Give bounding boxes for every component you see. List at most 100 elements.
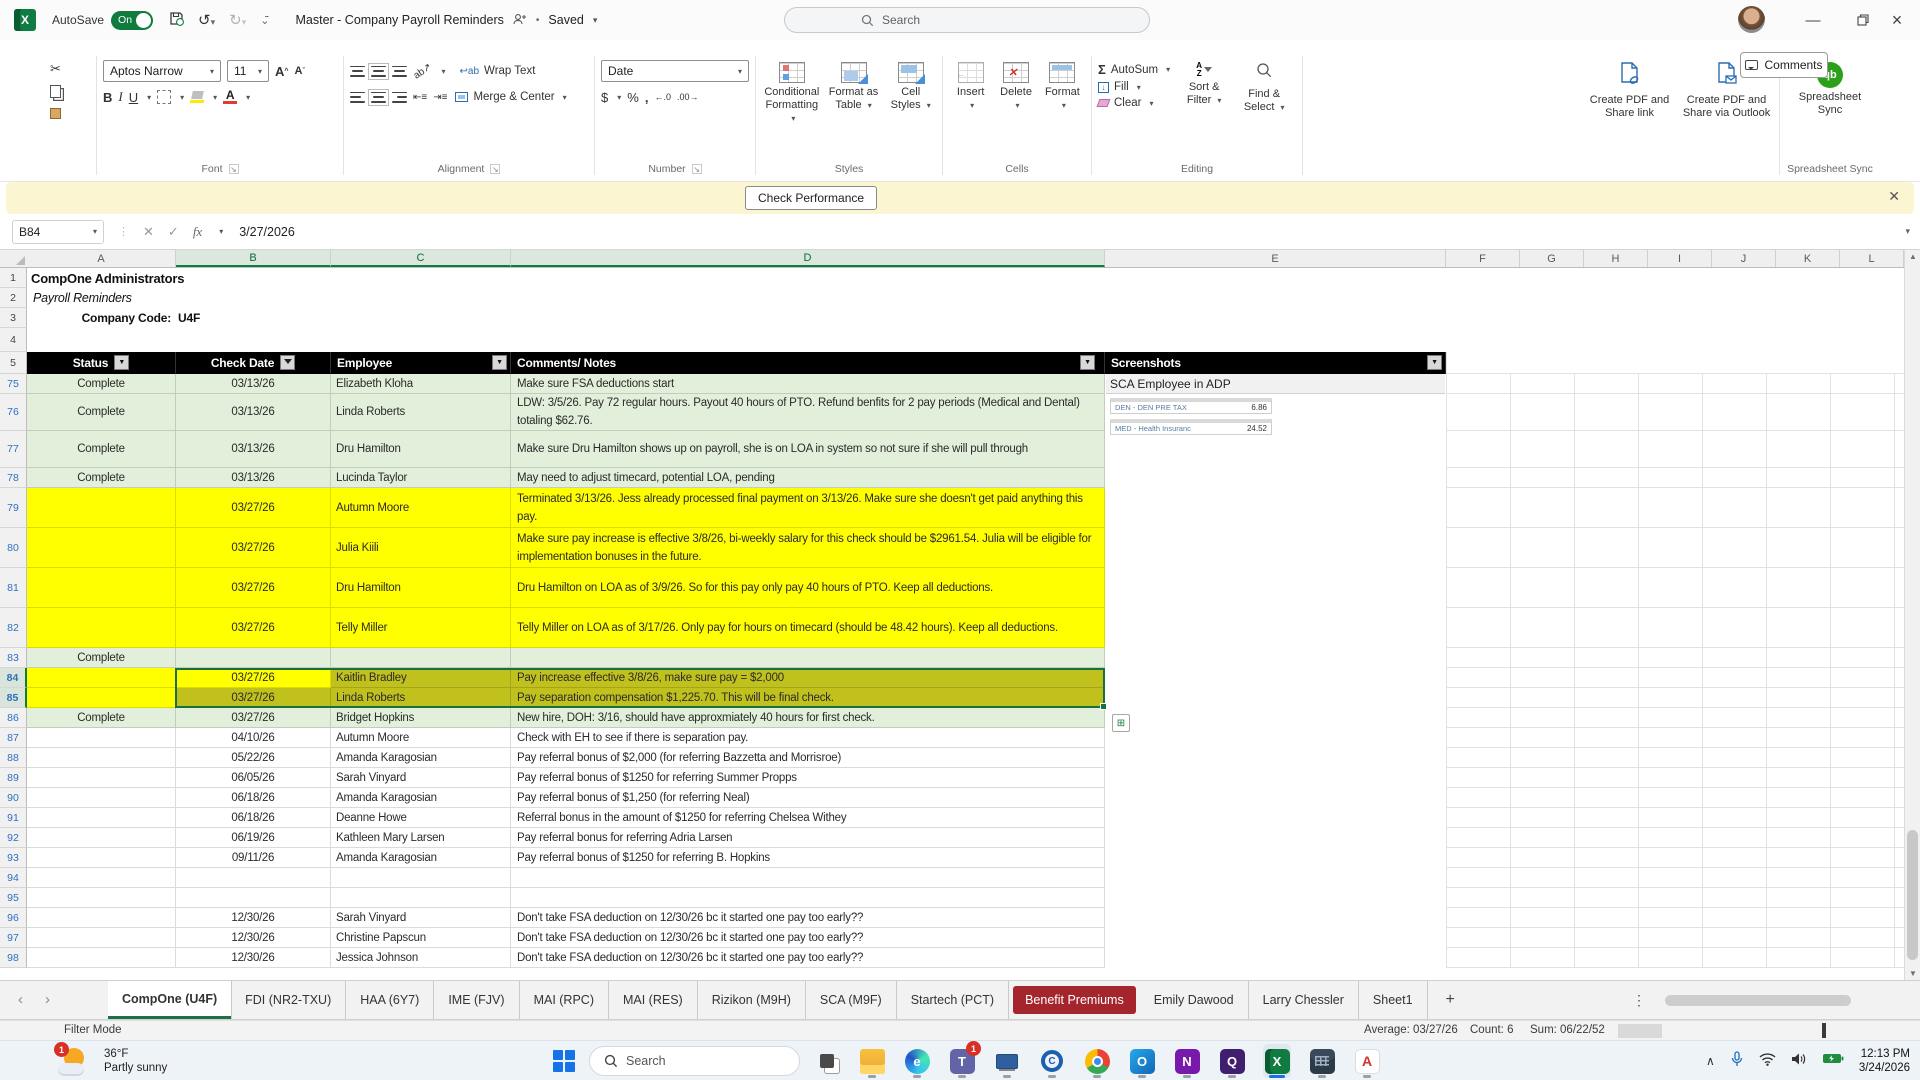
title-search-box[interactable]: Search — [784, 7, 1150, 33]
taskbar-clock[interactable]: 12:13 PM 3/24/2026 — [1859, 1047, 1910, 1075]
cell-employee-93[interactable]: Amanda Karagosian — [331, 848, 511, 868]
header-check-date-filter-button[interactable] — [280, 355, 296, 370]
alignment-dialog-launcher[interactable]: ↘ — [490, 164, 501, 174]
row-header-79[interactable]: 79 — [0, 488, 27, 528]
cell-employee-90[interactable]: Amanda Karagosian — [331, 788, 511, 808]
column-header-I[interactable]: I — [1648, 250, 1712, 267]
row-header-94[interactable]: 94 — [0, 868, 27, 888]
cell-note-95[interactable] — [511, 888, 1105, 908]
row-header-81[interactable]: 81 — [0, 568, 27, 608]
find-select-button[interactable]: Find & Select ▾ — [1238, 58, 1290, 177]
cell-note-82[interactable]: Telly Miller on LOA as of 3/17/26. Only … — [511, 608, 1105, 648]
orientation-icon[interactable]: ab↗ — [412, 61, 434, 81]
sheet-tab-sheet1[interactable]: Sheet1 — [1359, 981, 1428, 1019]
format-painter-icon[interactable] — [50, 107, 61, 119]
cell-status-80[interactable] — [27, 528, 176, 568]
cell-employee-77[interactable]: Dru Hamilton — [331, 431, 511, 468]
tab-overflow-icon[interactable]: ⋮ — [1632, 992, 1646, 1009]
qat-customize-icon[interactable]: ⌄̄ — [260, 14, 269, 27]
paste-options-smart-tag[interactable]: ⊞ — [1112, 714, 1130, 732]
cell-note-93[interactable]: Pay referral bonus of $1250 for referrin… — [511, 848, 1105, 868]
cell-date-92[interactable]: 06/19/26 — [176, 828, 331, 848]
cell-date-95[interactable] — [176, 888, 331, 908]
sheet-tab-haa-6y7-[interactable]: HAA (6Y7) — [346, 981, 435, 1019]
column-header-K[interactable]: K — [1776, 250, 1840, 267]
cell-status-92[interactable] — [27, 828, 176, 848]
row-header-2[interactable]: 2 — [0, 288, 27, 308]
file-explorer-icon[interactable] — [858, 1044, 886, 1078]
cell-status-83[interactable]: Complete — [27, 648, 176, 668]
cell-employee-86[interactable]: Bridget Hopkins — [331, 708, 511, 728]
cell-status-91[interactable] — [27, 808, 176, 828]
font-size-select[interactable]: 11 ▾ — [227, 60, 269, 82]
cell-screenshot-93[interactable] — [1105, 848, 1446, 868]
row-header-89[interactable]: 89 — [0, 768, 27, 788]
cell-employee-95[interactable] — [331, 888, 511, 908]
minimize-button[interactable]: — — [1790, 0, 1836, 40]
microphone-icon[interactable] — [1730, 1050, 1744, 1072]
comments-button[interactable]: Comments — [1740, 52, 1828, 78]
row-header-5[interactable]: 5 — [0, 352, 27, 374]
row-header-95[interactable]: 95 — [0, 888, 27, 908]
taskbar-search[interactable]: Search — [589, 1046, 800, 1076]
cell-employee-92[interactable]: Kathleen Mary Larsen — [331, 828, 511, 848]
notification-close-icon[interactable]: ✕ — [1888, 188, 1900, 205]
cell-note-77[interactable]: Make sure Dru Hamilton shows up on payro… — [511, 431, 1105, 468]
cell-screenshot-89[interactable] — [1105, 768, 1446, 788]
insert-cells-button[interactable]: ← Insert ▾ — [949, 58, 992, 177]
cell-note-83[interactable] — [511, 648, 1105, 668]
cell-employee-78[interactable]: Lucinda Taylor — [331, 468, 511, 488]
cell-status-96[interactable] — [27, 908, 176, 928]
new-sheet-button[interactable]: + — [1428, 981, 1473, 1019]
cell-note-75[interactable]: Make sure FSA deductions start — [511, 374, 1105, 394]
sheet-tab-startech-pct-[interactable]: Startech (PCT) — [897, 981, 1010, 1019]
row-header-82[interactable]: 82 — [0, 608, 27, 648]
row-header-78[interactable]: 78 — [0, 468, 27, 488]
cell-employee-88[interactable]: Amanda Karagosian — [331, 748, 511, 768]
cell-status-85[interactable] — [27, 688, 176, 708]
cell-screenshot-96[interactable] — [1105, 908, 1446, 928]
column-header-G[interactable]: G — [1520, 250, 1584, 267]
fill-button[interactable]: ↓ Fill ▾ — [1098, 81, 1170, 93]
increase-decimal-icon[interactable]: ←.0 — [654, 92, 671, 102]
cell-screenshot-88[interactable] — [1105, 748, 1446, 768]
onenote-icon[interactable]: N — [1173, 1044, 1201, 1078]
vertical-scrollbar[interactable]: ▲ ▼ — [1904, 250, 1920, 980]
sheet-tab-mai-rpc-[interactable]: MAI (RPC) — [520, 981, 609, 1019]
insert-function-icon[interactable]: fx — [193, 224, 202, 240]
cell-note-80[interactable]: Make sure pay increase is effective 3/8/… — [511, 528, 1105, 568]
column-header-H[interactable]: H — [1584, 250, 1648, 267]
row-header-77[interactable]: 77 — [0, 431, 27, 468]
cell-screenshot-94[interactable] — [1105, 868, 1446, 888]
decrease-indent-icon[interactable]: ⇤≡ — [413, 92, 427, 103]
cell-note-86[interactable]: New hire, DOH: 3/16, should have approxm… — [511, 708, 1105, 728]
cell-note-98[interactable]: Don't take FSA deduction on 12/30/26 bc … — [511, 948, 1105, 968]
cell-note-89[interactable]: Pay referral bonus of $1250 for referrin… — [511, 768, 1105, 788]
header-screenshots-filter-button[interactable]: ▼ — [1427, 355, 1442, 370]
bold-button[interactable]: B — [103, 90, 112, 105]
column-header-L[interactable]: L — [1840, 250, 1904, 267]
cell-note-94[interactable] — [511, 868, 1105, 888]
cell-screenshot-85[interactable] — [1105, 688, 1446, 708]
sheet-tab-emily-dawood[interactable]: Emily Dawood — [1140, 981, 1249, 1019]
undo-button[interactable]: ↺▾ — [198, 11, 215, 29]
cell-screenshot-83[interactable] — [1105, 648, 1446, 668]
share-people-icon[interactable] — [513, 13, 527, 28]
cell-employee-84[interactable]: Kaitlin Bradley — [331, 668, 511, 688]
format-as-table-button[interactable]: Format as Table ▾ — [824, 58, 884, 177]
align-middle-icon[interactable] — [368, 62, 389, 80]
close-button[interactable]: × — [1874, 0, 1920, 40]
start-button[interactable] — [553, 1050, 575, 1072]
cell-status-75[interactable]: Complete — [27, 374, 176, 394]
column-header-D[interactable]: D — [511, 250, 1105, 267]
column-header-B[interactable]: B — [176, 250, 331, 267]
cell-employee-96[interactable]: Sarah Vinyard — [331, 908, 511, 928]
borders-icon[interactable] — [157, 90, 172, 104]
wifi-icon[interactable] — [1759, 1052, 1776, 1071]
sheet-tab-rizikon-m9h-[interactable]: Rizikon (M9H) — [698, 981, 806, 1019]
row-header-91[interactable]: 91 — [0, 808, 27, 828]
cell-date-93[interactable]: 09/11/26 — [176, 848, 331, 868]
cell-date-91[interactable]: 06/18/26 — [176, 808, 331, 828]
cell-screenshot-95[interactable] — [1105, 888, 1446, 908]
align-left-icon[interactable] — [350, 91, 365, 103]
